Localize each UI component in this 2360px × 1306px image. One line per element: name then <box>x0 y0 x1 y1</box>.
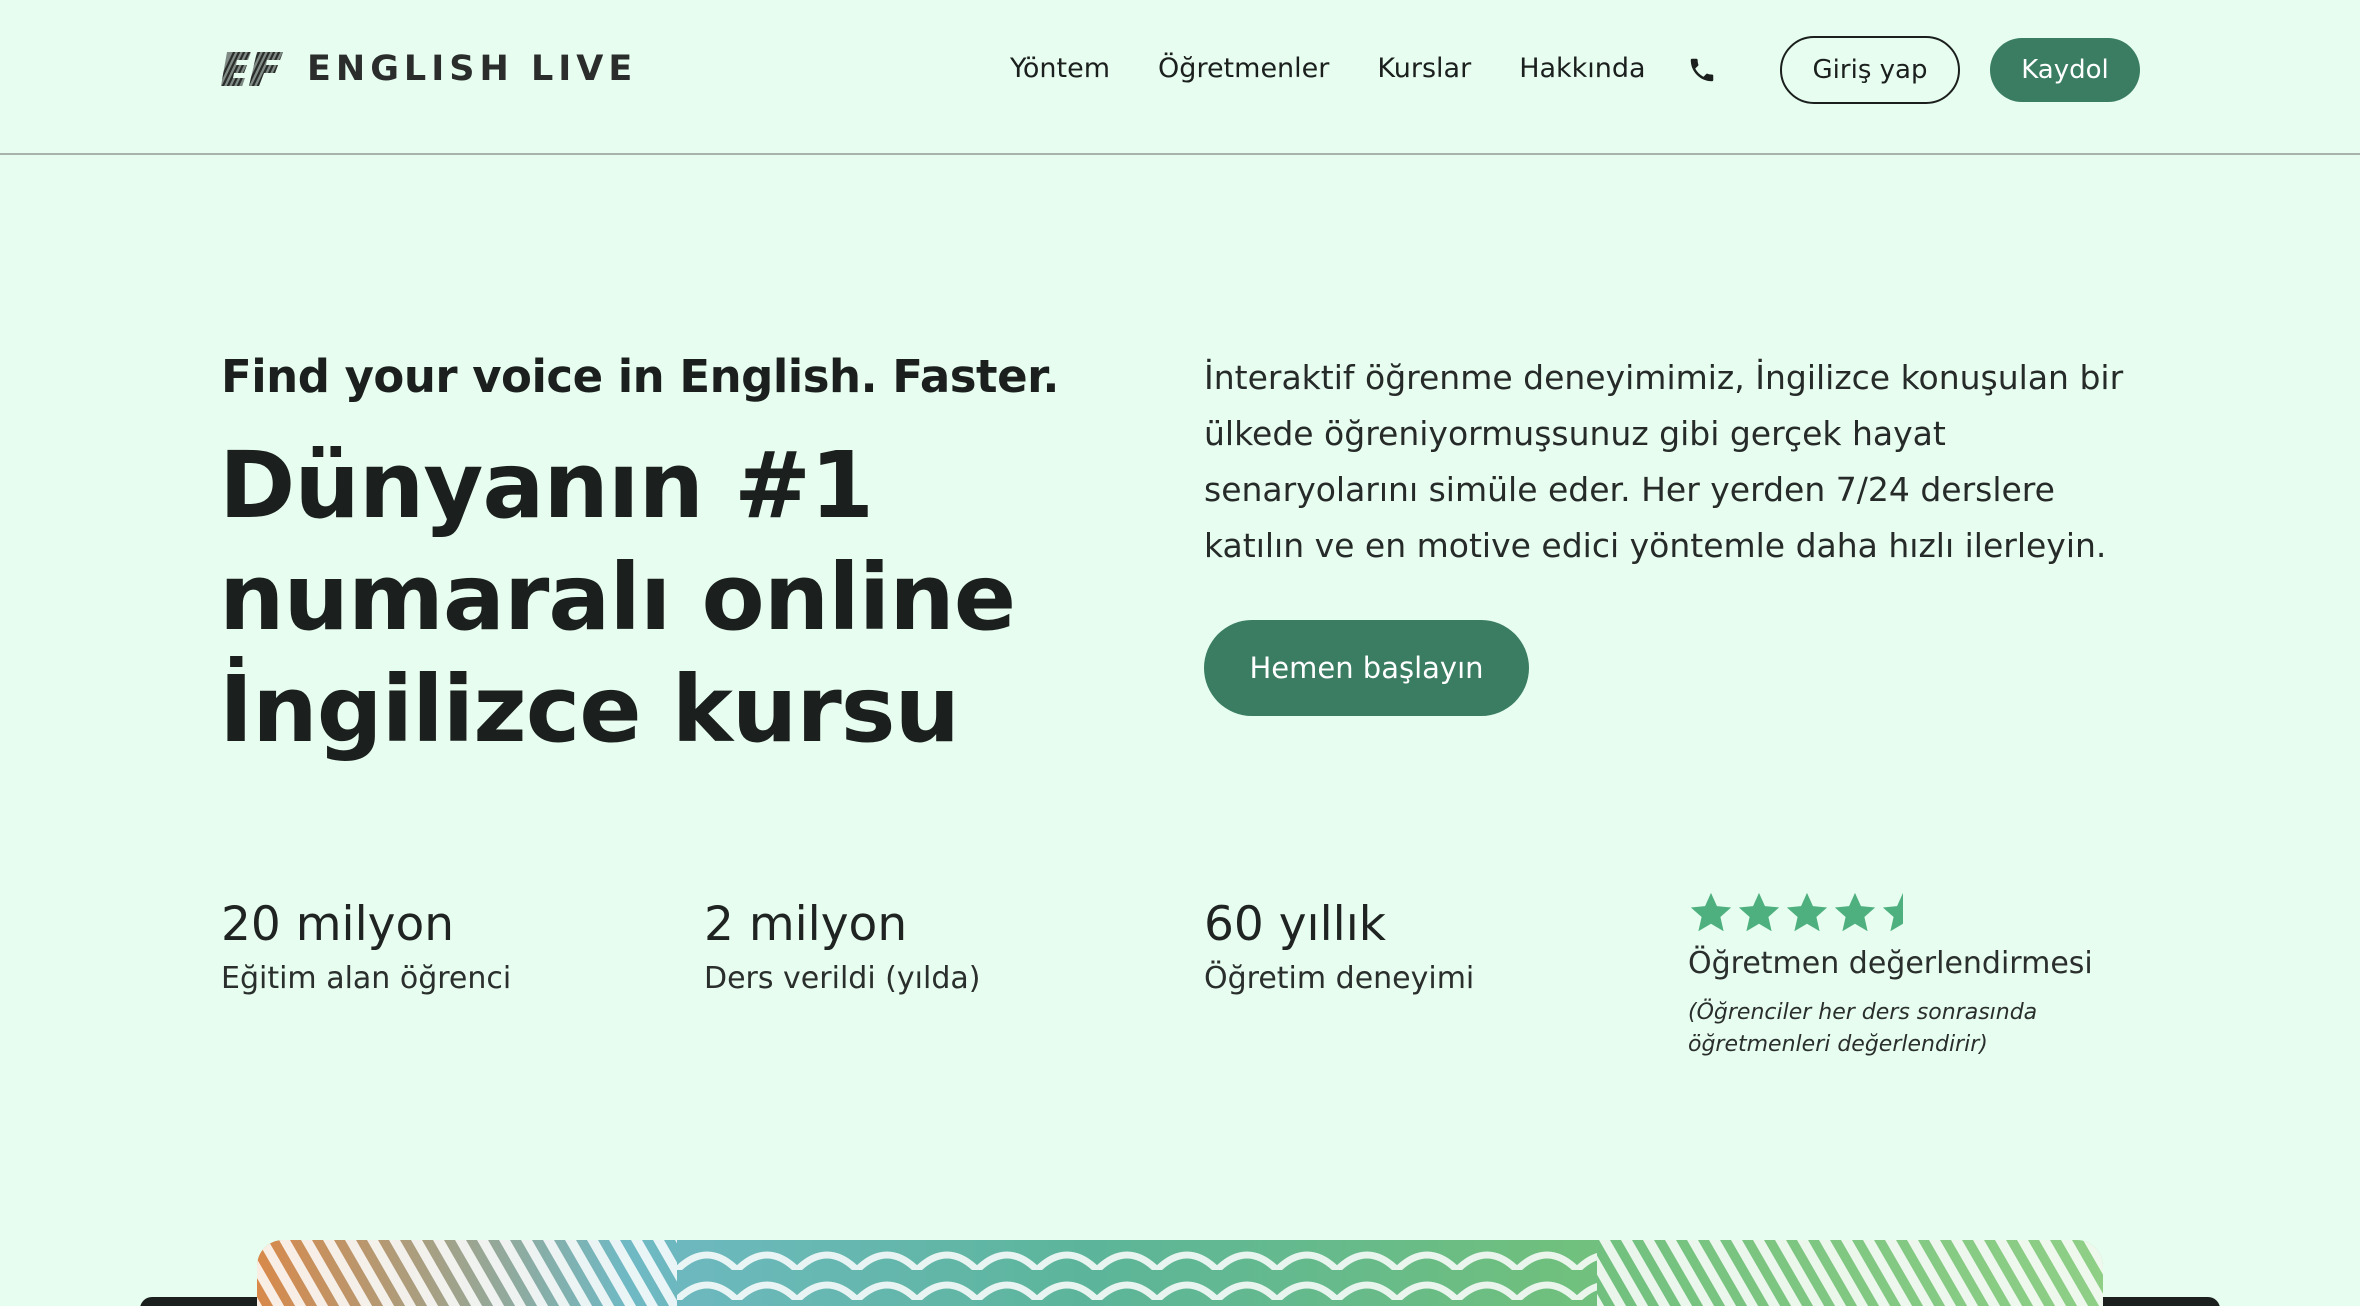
main-nav: Yöntem Öğretmenler Kurslar Hakkında <box>1010 50 1694 88</box>
stat-lessons: 2 milyon Ders verildi (yılda) <box>704 895 980 996</box>
page: ENGLISH LIVE Yöntem Öğretmenler Kurslar … <box>0 0 2360 1306</box>
rating-label: Öğretmen değerlendirmesi <box>1688 946 2093 981</box>
stat-value: 60 yıllık <box>1204 897 1387 952</box>
phone-icon[interactable] <box>1687 55 1717 85</box>
nav-item-method[interactable]: Yöntem <box>1010 50 1110 88</box>
nav-item-teachers[interactable]: Öğretmenler <box>1158 50 1329 88</box>
brand-logo[interactable]: ENGLISH LIVE <box>221 48 637 90</box>
stat-label: Öğretim deneyimi <box>1204 961 1475 996</box>
nav-item-courses[interactable]: Kurslar <box>1377 50 1471 88</box>
hero-intro: İnteraktif öğrenme deneyimimiz, İngilizc… <box>1204 358 2124 565</box>
star-icon <box>1834 892 1876 932</box>
hero-headline: Dünyanın #1 numaralı online İngilizce ku… <box>219 432 1016 763</box>
star-icon <box>1786 892 1828 932</box>
stat-label: Eğitim alan öğrenci <box>221 961 512 996</box>
star-icon <box>1738 892 1780 932</box>
login-button[interactable]: Giriş yap <box>1780 36 1960 104</box>
stat-label: Ders verildi (yılda) <box>704 961 981 996</box>
rating-note: (Öğrenciler her ders sonrasında öğretmen… <box>1688 1000 2038 1057</box>
teacher-rating: Öğretmen değerlendirmesi (Öğrenciler her… <box>1688 890 2108 1061</box>
signup-button[interactable]: Kaydol <box>1990 38 2140 102</box>
stat-experience: 60 yıllık Öğretim deneyimi <box>1204 895 1474 996</box>
hero-tagline: Find your voice in English. Faster. <box>221 350 1059 403</box>
stat-students: 20 milyon Eğitim alan öğrenci <box>221 895 511 996</box>
stat-value: 2 milyon <box>704 897 908 952</box>
rating-stars <box>1688 890 2108 936</box>
get-started-button[interactable]: Hemen başlayın <box>1204 620 1529 716</box>
site-header: ENGLISH LIVE Yöntem Öğretmenler Kurslar … <box>0 0 2360 155</box>
ef-logo-icon <box>221 52 283 86</box>
star-icon <box>1690 892 1732 932</box>
brand-name: ENGLISH LIVE <box>307 49 638 89</box>
stat-value: 20 milyon <box>221 897 455 952</box>
decorative-pattern-banner <box>257 1240 2103 1306</box>
star-icon <box>1882 892 1903 932</box>
nav-item-about[interactable]: Hakkında <box>1519 50 1645 88</box>
